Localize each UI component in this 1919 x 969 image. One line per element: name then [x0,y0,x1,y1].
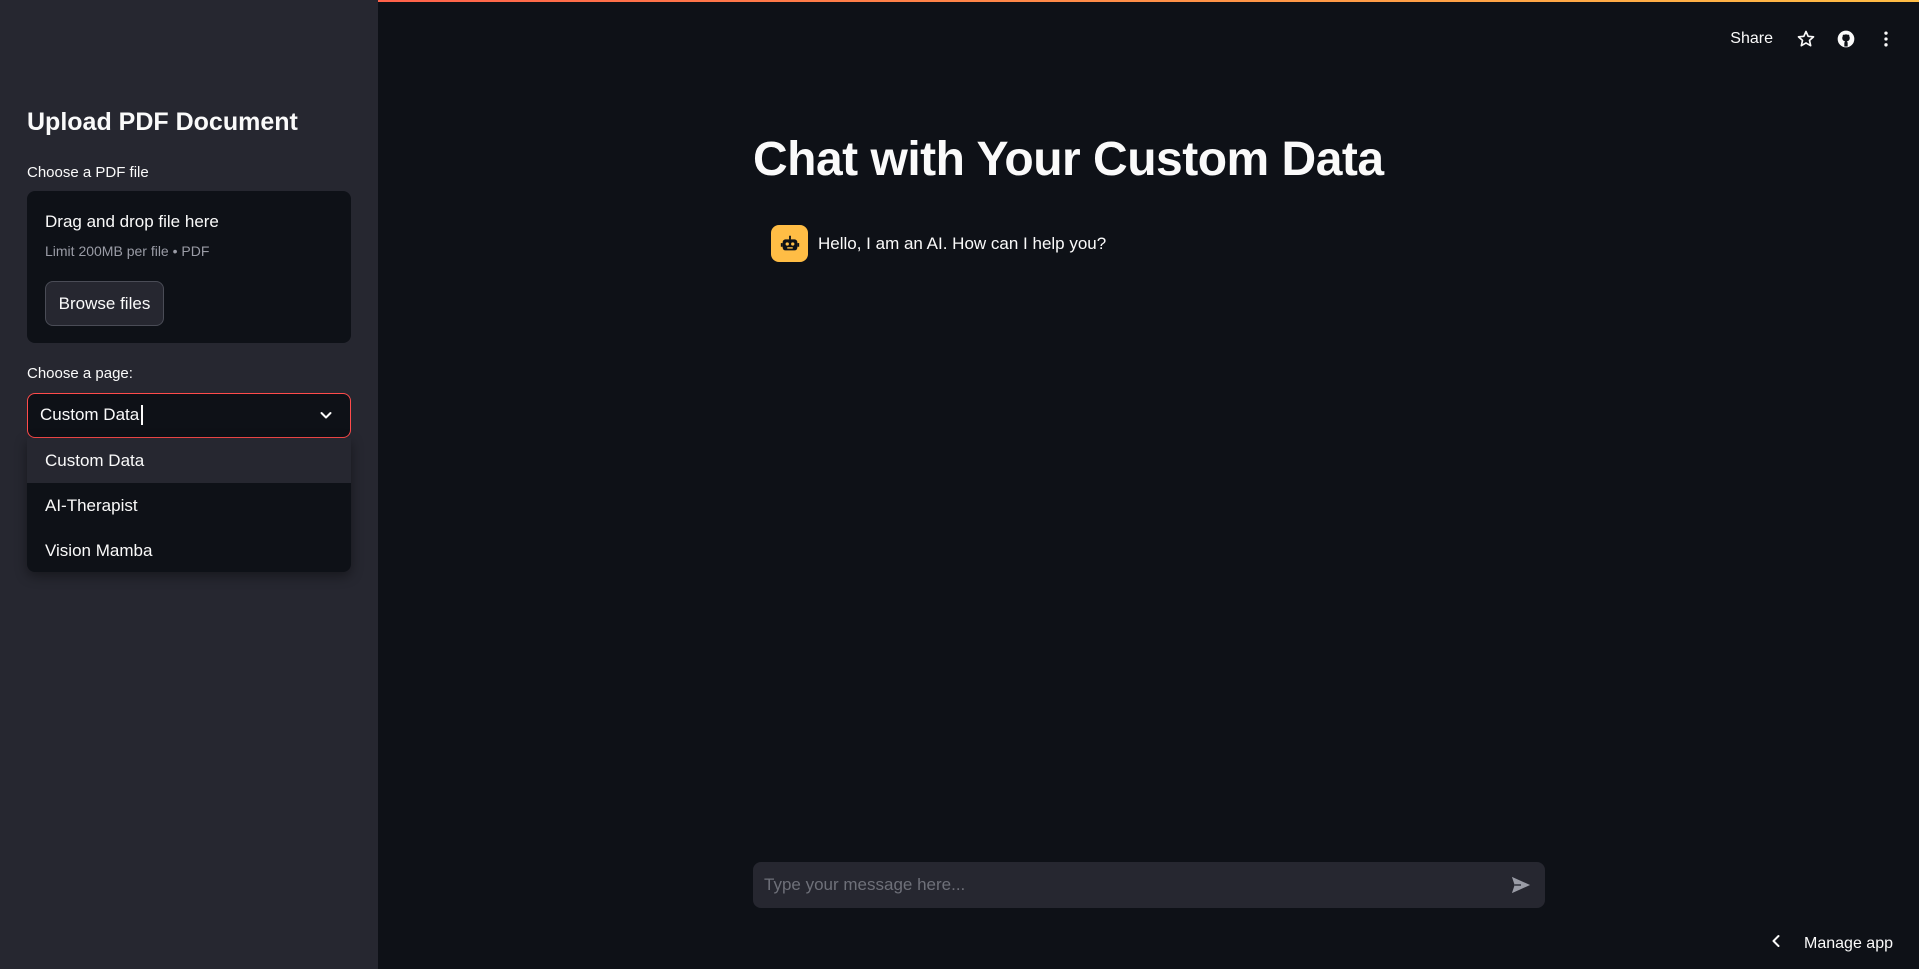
file-dropzone[interactable]: Drag and drop file here Limit 200MB per … [27,191,351,343]
chevron-left-icon [1770,934,1782,953]
send-icon[interactable] [1508,873,1534,897]
chat-message: Hello, I am an AI. How can I help you? [771,225,1106,262]
option-ai-therapist[interactable]: AI-Therapist [27,483,351,528]
share-button[interactable]: Share [1730,30,1773,48]
manage-app-button[interactable]: Manage app [1770,934,1893,953]
chat-input[interactable] [753,862,1545,908]
page-select[interactable]: Custom Data [27,393,351,438]
page-select-dropdown: Custom Data AI-Therapist Vision Mamba [27,438,351,572]
robot-icon [771,225,808,262]
header-toolbar: Share [1730,26,1897,52]
option-vision-mamba[interactable]: Vision Mamba [27,528,351,572]
manage-app-label: Manage app [1804,934,1893,952]
page-select-value[interactable]: Custom Data [40,405,144,425]
option-custom-data[interactable]: Custom Data [27,438,351,483]
chevron-down-icon[interactable] [318,407,334,423]
uploader-label: Choose a PDF file [27,164,149,181]
page-title: Chat with Your Custom Data [753,133,1384,186]
sidebar-title: Upload PDF Document [27,108,298,136]
browse-files-button[interactable]: Browse files [45,281,164,326]
chat-message-text: Hello, I am an AI. How can I help you? [818,233,1107,253]
dropzone-title: Drag and drop file here [45,212,219,231]
star-icon[interactable] [1795,28,1817,50]
dropzone-limit: Limit 200MB per file • PDF [45,243,210,259]
more-vertical-icon[interactable] [1875,28,1897,50]
page-select-label: Choose a page: [27,365,133,382]
github-icon[interactable] [1835,28,1857,50]
sidebar: Upload PDF Document Choose a PDF file Dr… [0,0,378,969]
